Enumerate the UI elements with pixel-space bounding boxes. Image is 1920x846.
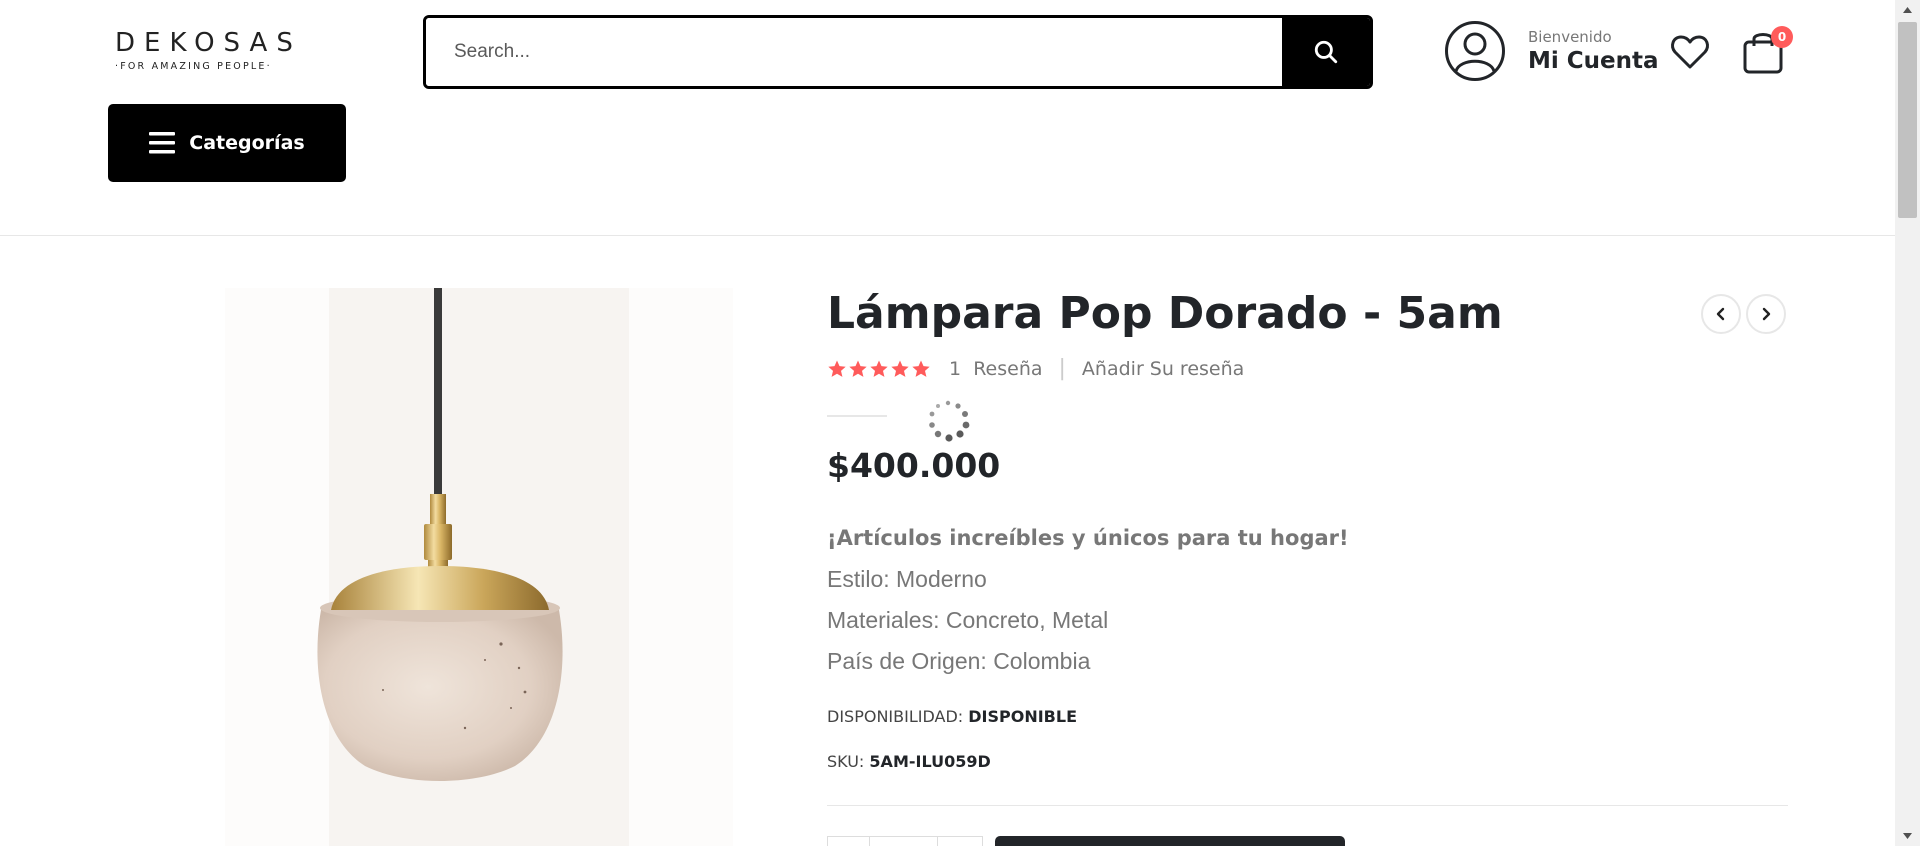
availability-label: DISPONIBILIDAD:: [827, 707, 964, 726]
wishlist-button[interactable]: [1668, 30, 1712, 74]
product-short-description: ¡Artículos increíbles y únicos para tu h…: [827, 518, 1349, 682]
product-image[interactable]: [225, 288, 733, 846]
description-materials: Materiales: Concreto, Metal: [827, 607, 1109, 633]
star-icon: [891, 360, 909, 377]
search-input[interactable]: [426, 18, 1282, 86]
star-icon: [828, 360, 846, 377]
product-navigation: [1701, 294, 1786, 334]
add-review-link[interactable]: Añadir Su reseña: [1082, 358, 1244, 380]
scroll-up-icon: [1903, 7, 1912, 13]
description-style: Estilo: Moderno: [827, 566, 987, 592]
review-count-link[interactable]: 1 Reseña: [949, 358, 1043, 380]
star-icon: [870, 360, 888, 377]
site-header: DEKOSAS ·FOR AMAZING PEOPLE· Bienvenido …: [0, 0, 1895, 236]
cart-button[interactable]: 0: [1740, 26, 1793, 76]
scroll-down-icon: [1903, 833, 1912, 839]
sku: SKU: 5AM-ILU059D: [827, 752, 991, 771]
search-icon: [1314, 40, 1338, 64]
quantity-input[interactable]: [870, 837, 938, 846]
account-label: Mi Cuenta: [1528, 48, 1659, 74]
product-rating: 1 Reseña | Añadir Su reseña: [827, 356, 1244, 381]
availability: DISPONIBILIDAD: DISPONIBLE: [827, 707, 1077, 726]
account-link[interactable]: Bienvenido Mi Cuenta: [1444, 20, 1659, 82]
categories-button[interactable]: Categorías: [108, 104, 346, 182]
brand-tagline: ·FOR AMAZING PEOPLE·: [115, 61, 272, 72]
account-text: Bienvenido Mi Cuenta: [1528, 27, 1659, 75]
previous-product-button[interactable]: [1701, 294, 1741, 334]
page-scrollbar[interactable]: [1895, 0, 1920, 846]
rating-separator: |: [1058, 356, 1066, 381]
cart-count-badge: 0: [1771, 26, 1793, 48]
price-divider: [827, 415, 887, 417]
categories-label: Categorías: [189, 132, 305, 154]
star-icon: [849, 360, 867, 377]
sku-value: 5AM-ILU059D: [869, 752, 991, 771]
brand-name: DEKOSAS: [115, 28, 302, 58]
scroll-down-arrow[interactable]: [1895, 826, 1920, 846]
quantity-decrease-button[interactable]: [828, 837, 870, 846]
product-divider: [827, 805, 1788, 806]
description-origin: País de Origen: Colombia: [827, 648, 1091, 674]
review-label: Reseña: [973, 357, 1043, 380]
next-product-button[interactable]: [1746, 294, 1786, 334]
star-icon: [912, 360, 930, 377]
availability-value: DISPONIBLE: [968, 707, 1077, 726]
loading-spinner-icon: [929, 400, 970, 442]
description-headline: ¡Artículos increíbles y únicos para tu h…: [827, 526, 1349, 550]
product-title: Lámpara Pop Dorado - 5am: [827, 288, 1503, 339]
chevron-right-icon: [1762, 307, 1771, 321]
add-to-cart-button[interactable]: [995, 836, 1345, 846]
scroll-up-arrow[interactable]: [1895, 0, 1920, 20]
brand-logo[interactable]: DEKOSAS ·FOR AMAZING PEOPLE·: [115, 28, 302, 76]
sku-label: SKU:: [827, 752, 865, 771]
chevron-left-icon: [1716, 307, 1725, 321]
scrollbar-thumb[interactable]: [1898, 22, 1917, 218]
account-welcome: Bienvenido: [1528, 28, 1612, 46]
menu-icon: [149, 132, 176, 154]
product-price: $400.000: [827, 446, 1001, 485]
quantity-increase-button[interactable]: [938, 837, 982, 846]
user-icon: [1445, 21, 1505, 81]
product-photo-lamp: [225, 288, 733, 846]
search-button[interactable]: [1282, 18, 1370, 86]
search-bar: [423, 15, 1373, 89]
rating-stars[interactable]: [827, 359, 931, 379]
heart-icon: [1671, 35, 1709, 69]
review-count: 1: [949, 357, 962, 380]
quantity-stepper: [827, 836, 983, 846]
